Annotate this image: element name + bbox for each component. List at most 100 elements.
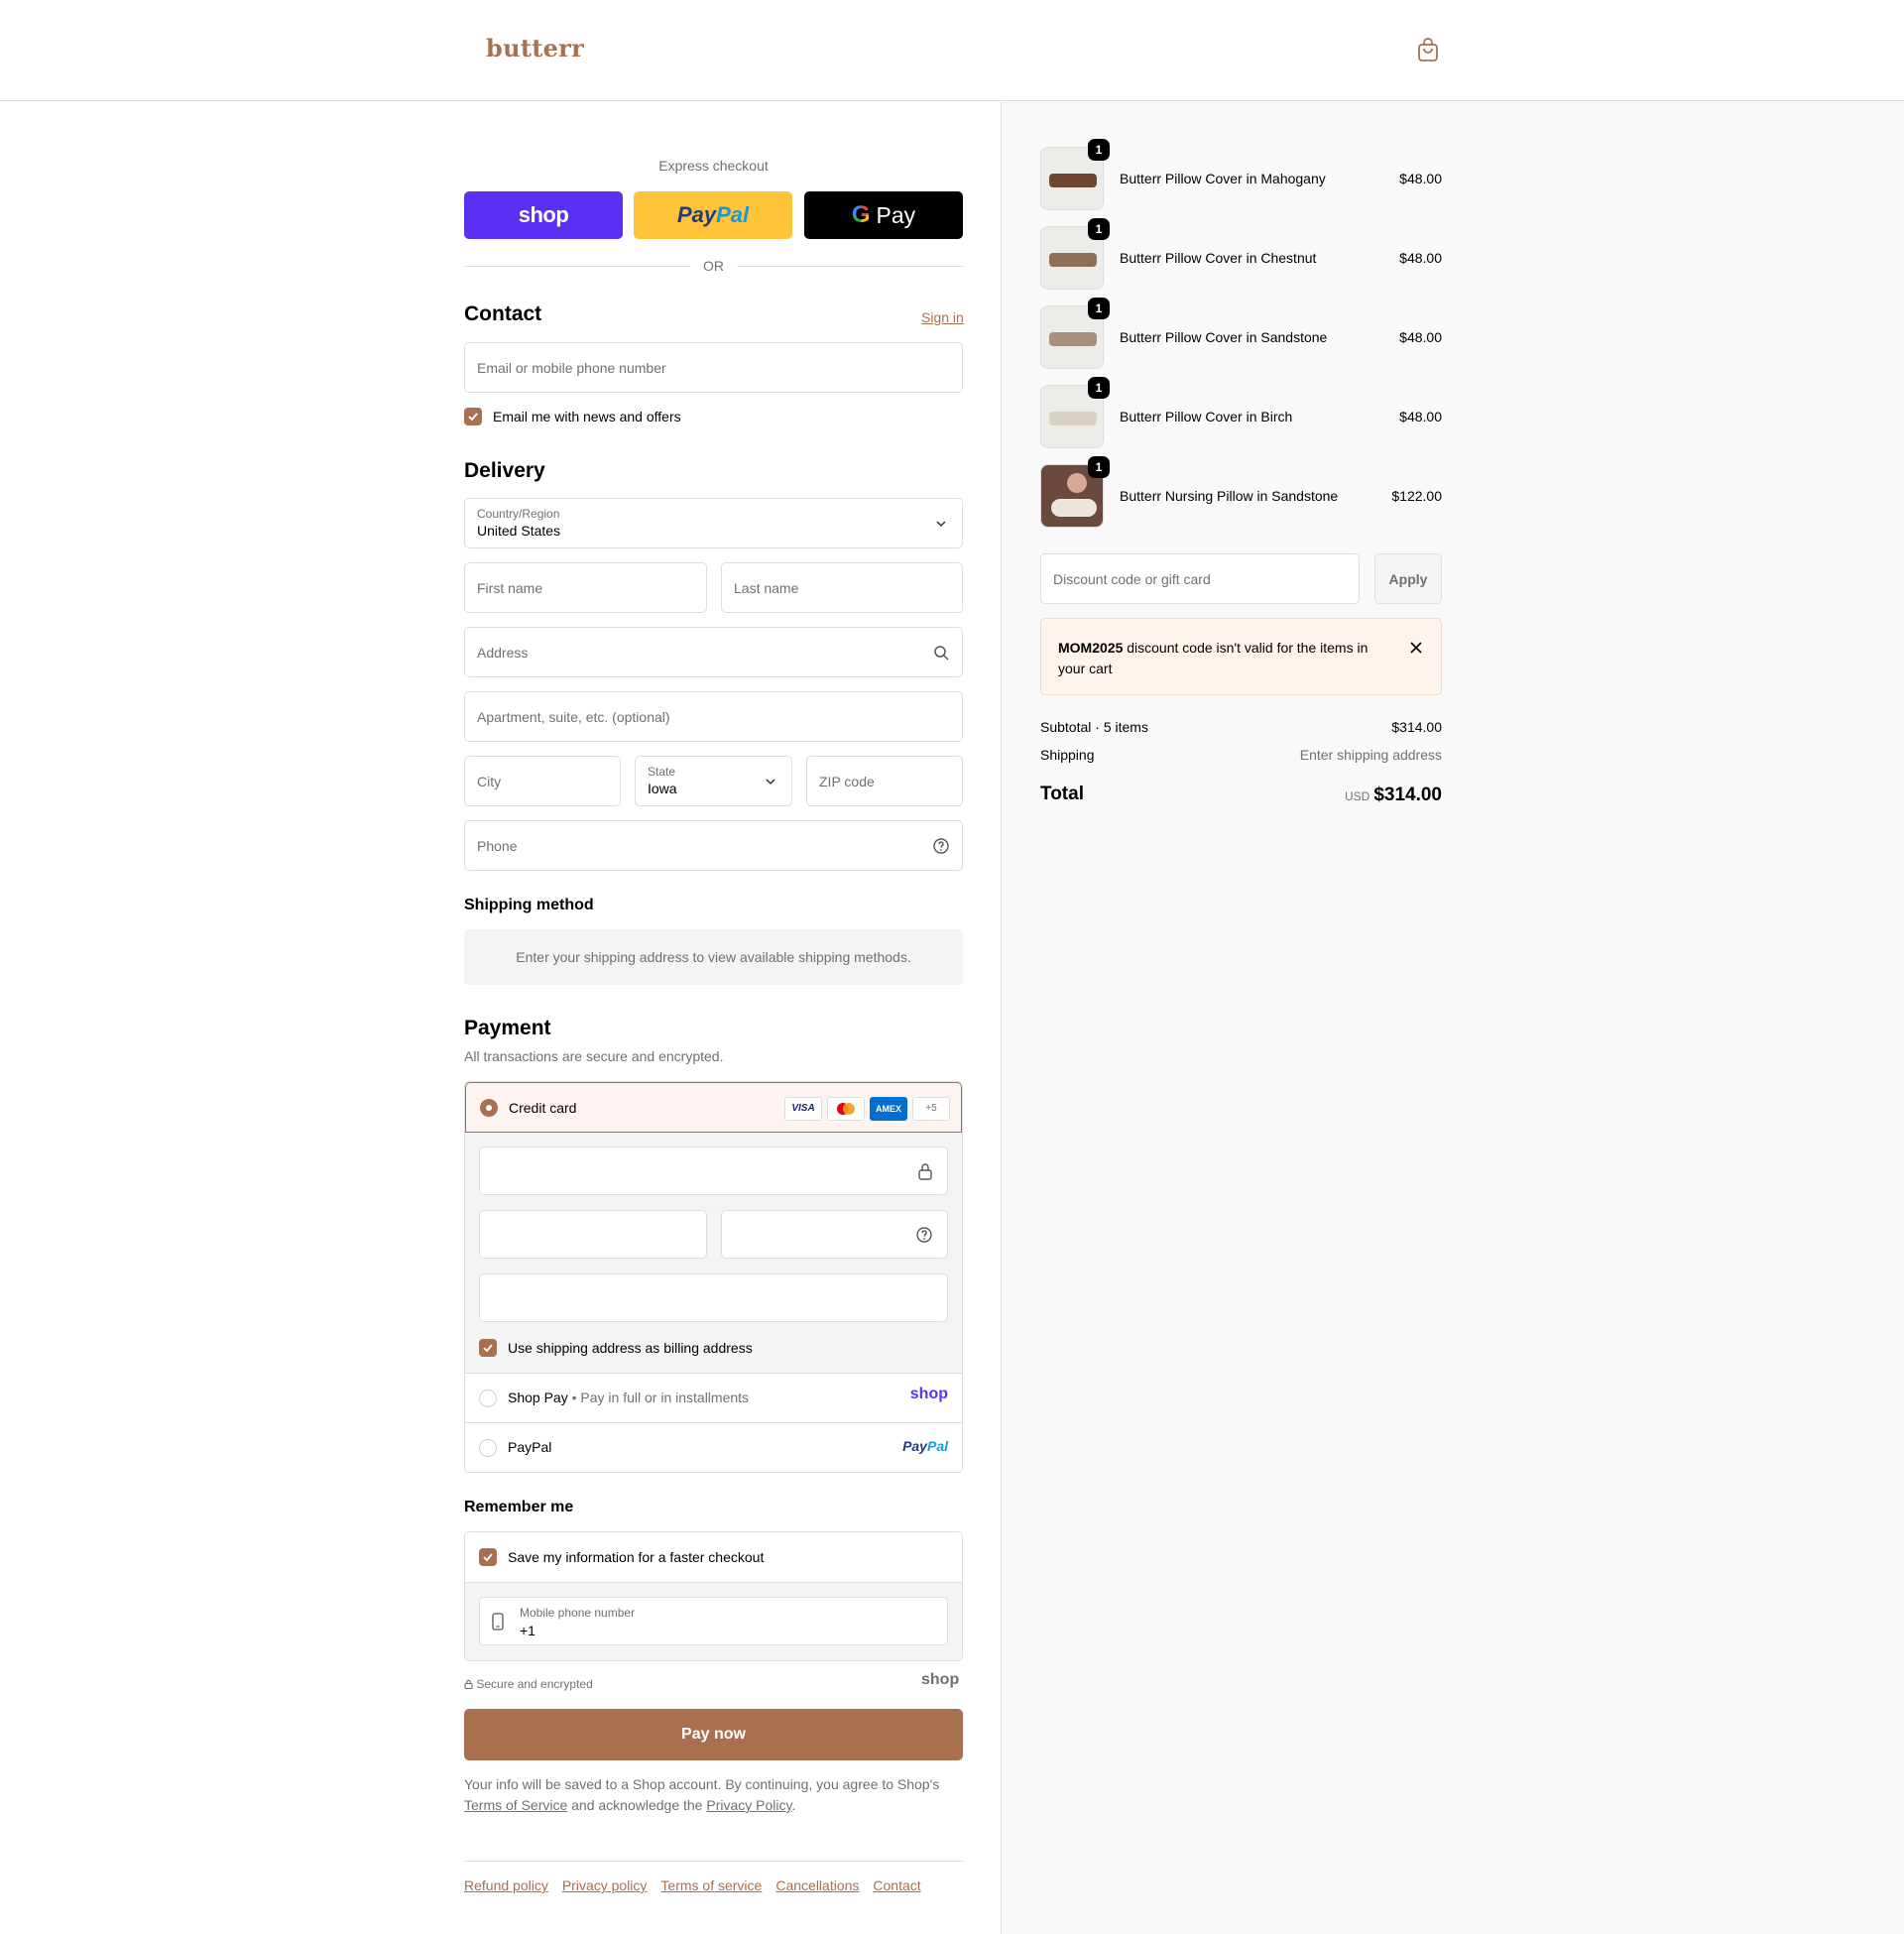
- secure-encrypted-label: Secure and encrypted: [476, 1677, 593, 1691]
- terms-of-service-link[interactable]: Terms of Service: [464, 1797, 567, 1813]
- cart-item: 1 Butterr Pillow Cover in Birch $48.00: [1040, 377, 1442, 448]
- credit-card-radio[interactable]: [480, 1099, 498, 1117]
- save-info-checkbox[interactable]: [479, 1548, 497, 1566]
- card-number-field[interactable]: [479, 1147, 948, 1195]
- apartment-placeholder: Apartment, suite, etc. (optional): [477, 709, 670, 725]
- remember-me-box: Save my information for a faster checkou…: [464, 1531, 963, 1661]
- cart-item: 1 Butterr Pillow Cover in Mahogany $48.0…: [1040, 139, 1442, 210]
- privacy-policy-link[interactable]: Privacy Policy: [706, 1797, 791, 1813]
- check-icon: [468, 413, 478, 422]
- city-field[interactable]: City: [464, 756, 621, 806]
- or-divider: OR: [464, 256, 963, 276]
- apartment-field[interactable]: Apartment, suite, etc. (optional): [464, 691, 963, 742]
- news-label: Email me with news and offers: [493, 409, 681, 424]
- shop-pay-logo: shop: [909, 1386, 948, 1402]
- footer-link-contact[interactable]: Contact: [873, 1877, 920, 1893]
- total-value: $314.00: [1373, 785, 1442, 805]
- item-price: $122.00: [1391, 488, 1442, 504]
- news-checkbox[interactable]: [464, 408, 482, 425]
- shipping-method-heading: Shipping method: [464, 897, 594, 913]
- zip-field[interactable]: ZIP code: [806, 756, 963, 806]
- subtotal-value: $314.00: [1391, 719, 1442, 735]
- footer-divider: [464, 1861, 963, 1862]
- security-code-field[interactable]: [721, 1210, 948, 1259]
- shop-pay-radio[interactable]: [479, 1390, 497, 1407]
- credit-card-option[interactable]: Credit card VISA AMEX +5: [465, 1082, 962, 1133]
- state-select[interactable]: State Iowa: [635, 756, 792, 806]
- chevron-down-icon: [936, 521, 946, 528]
- email-field[interactable]: Email or mobile phone number: [464, 342, 963, 393]
- item-name: Butterr Pillow Cover in Sandstone: [1120, 329, 1328, 345]
- zip-placeholder: ZIP code: [819, 774, 875, 789]
- paypal-option[interactable]: PayPal PayPal: [465, 1422, 962, 1472]
- discount-placeholder: Discount code or gift card: [1053, 571, 1211, 587]
- paypal-button[interactable]: Pay Pal: [634, 191, 792, 239]
- visa-icon: VISA: [784, 1097, 822, 1121]
- header: butterr: [0, 0, 1904, 101]
- payment-options: Credit card VISA AMEX +5 Use shipping ad…: [464, 1081, 963, 1473]
- discount-code-field[interactable]: Discount code or gift card: [1040, 553, 1360, 604]
- item-price: $48.00: [1399, 329, 1442, 345]
- quantity-badge: 1: [1088, 139, 1110, 161]
- paypal-logo-pal: Pal: [716, 202, 750, 227]
- item-price: $48.00: [1399, 250, 1442, 266]
- phone-field[interactable]: Phone: [464, 820, 963, 871]
- address-field[interactable]: Address: [464, 627, 963, 677]
- shop-pay-button[interactable]: shop: [464, 191, 623, 239]
- shipping-value: Enter shipping address: [1299, 747, 1442, 763]
- help-icon[interactable]: [932, 837, 950, 855]
- shop-logo: shop: [921, 1671, 960, 1688]
- item-name: Butterr Nursing Pillow in Sandstone: [1120, 488, 1339, 504]
- close-icon[interactable]: [1409, 641, 1423, 655]
- store-logo[interactable]: butterr: [486, 34, 584, 62]
- delivery-heading: Delivery: [464, 459, 545, 482]
- footer-links: Refund policy Privacy policy Terms of serv…: [464, 1877, 935, 1893]
- phone-placeholder: Phone: [477, 838, 518, 854]
- paypal-logo-pay: Pay: [676, 202, 717, 227]
- footer-link-terms[interactable]: Terms of service: [660, 1877, 762, 1893]
- quantity-badge: 1: [1088, 298, 1110, 319]
- footer-link-privacy[interactable]: Privacy policy: [562, 1877, 648, 1893]
- order-summary-panel: [1001, 102, 1904, 1934]
- quantity-badge: 1: [1088, 218, 1110, 240]
- expiration-field[interactable]: [479, 1210, 707, 1259]
- lock-icon: [464, 1679, 473, 1690]
- legal-text: Your info will be saved to a Shop accoun…: [464, 1774, 963, 1816]
- footer-link-cancellations[interactable]: Cancellations: [775, 1877, 859, 1893]
- shopping-bag-icon[interactable]: [1417, 38, 1439, 63]
- google-g-icon: G: [851, 201, 871, 228]
- item-name: Butterr Pillow Cover in Mahogany: [1120, 171, 1326, 186]
- email-placeholder: Email or mobile phone number: [477, 360, 666, 376]
- check-icon: [483, 1553, 493, 1562]
- state-value: Iowa: [648, 781, 677, 796]
- item-price: $48.00: [1399, 409, 1442, 424]
- footer-link-refund[interactable]: Refund policy: [464, 1877, 548, 1893]
- item-name: Butterr Pillow Cover in Chestnut: [1120, 250, 1317, 266]
- paypal-logo: PayPal: [902, 1438, 948, 1454]
- mobile-phone-field[interactable]: Mobile phone number +1: [479, 1597, 948, 1645]
- name-on-card-field[interactable]: [479, 1273, 948, 1322]
- payment-heading: Payment: [464, 1017, 551, 1039]
- help-icon[interactable]: [915, 1226, 933, 1244]
- first-name-placeholder: First name: [477, 580, 543, 596]
- pay-now-button[interactable]: Pay now: [464, 1709, 963, 1760]
- quantity-badge: 1: [1088, 377, 1110, 399]
- last-name-placeholder: Last name: [734, 580, 799, 596]
- country-select[interactable]: Country/Region United States: [464, 498, 963, 548]
- subtotal-label: Subtotal · 5 items: [1040, 719, 1148, 735]
- shipping-row: Shipping Enter shipping address: [1040, 747, 1442, 763]
- billing-checkbox[interactable]: [479, 1339, 497, 1357]
- lock-icon: [918, 1163, 932, 1180]
- sign-in-link[interactable]: Sign in: [921, 309, 964, 325]
- shop-pay-option[interactable]: Shop Pay • Pay in full or in installment…: [465, 1373, 962, 1422]
- search-icon: [934, 646, 949, 661]
- express-checkout-label: Express checkout: [658, 158, 769, 174]
- last-name-field[interactable]: Last name: [721, 562, 963, 613]
- apply-discount-button[interactable]: Apply: [1374, 553, 1442, 604]
- billing-label: Use shipping address as billing address: [508, 1340, 753, 1356]
- first-name-field[interactable]: First name: [464, 562, 707, 613]
- mobile-phone-value: +1: [520, 1623, 536, 1638]
- more-cards-badge: +5: [912, 1097, 950, 1121]
- google-pay-button[interactable]: G Pay: [804, 191, 963, 239]
- paypal-radio[interactable]: [479, 1439, 497, 1457]
